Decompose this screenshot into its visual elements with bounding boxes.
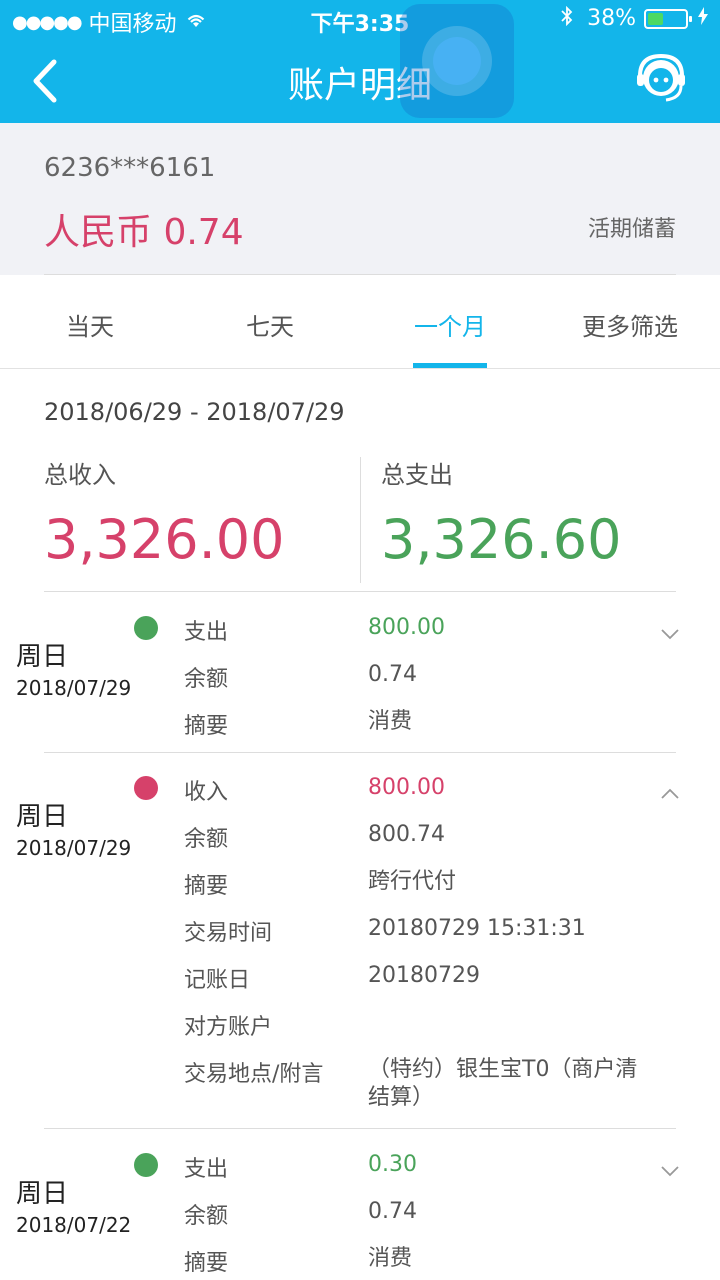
row-value: （特约）银生宝T0（商户清结算） <box>368 1057 638 1110</box>
row-value: 消费 <box>368 1246 413 1271</box>
row-value: 0.74 <box>368 1199 417 1224</box>
row-label: 记账日 <box>184 968 251 993</box>
app-header: ●●●●● 中国移动 下午3:35 38% 账户明细 <box>0 0 720 123</box>
row-label: 摘要 <box>184 1251 229 1276</box>
row-value: 800.00 <box>368 615 445 640</box>
divider <box>44 591 676 592</box>
account-summary: 6236***6161 人民币 0.74 活期储蓄 <box>0 123 720 275</box>
row-value: 0.30 <box>368 1152 417 1177</box>
row-label: 摘要 <box>184 714 229 739</box>
row-label: 交易时间 <box>184 921 273 946</box>
chevron-down-icon[interactable] <box>660 626 680 640</box>
expense-dot-icon <box>134 616 158 640</box>
row-label: 支出 <box>184 620 229 645</box>
page-title: 账户明细 <box>287 65 432 106</box>
row-value: 跨行代付 <box>368 869 457 894</box>
total-income: 总收入 3,326.00 <box>44 455 284 571</box>
period-totals: 总收入 3,326.00 总支出 3,326.60 <box>44 455 676 585</box>
transaction-weekday: 周日 <box>16 802 69 832</box>
transaction-weekday: 周日 <box>16 642 69 672</box>
divider <box>360 457 361 583</box>
account-balance: 人民币 0.74 <box>44 212 244 253</box>
tab-more-filters[interactable]: 更多筛选 <box>540 275 720 368</box>
divider <box>44 1128 676 1129</box>
customer-service-icon[interactable] <box>634 52 688 106</box>
row-value: 800.74 <box>368 822 445 847</box>
chevron-down-icon[interactable] <box>660 1163 680 1177</box>
transaction-date: 2018/07/29 <box>16 676 132 700</box>
period-tabs: 当天 七天 一个月 更多筛选 <box>0 275 720 369</box>
row-label: 余额 <box>184 667 229 692</box>
row-value: 20180729 15:31:31 <box>368 916 586 941</box>
tab-seven-days[interactable]: 七天 <box>180 275 360 368</box>
divider <box>44 752 676 753</box>
battery-icon <box>644 8 692 29</box>
row-value: 消费 <box>368 709 413 734</box>
row-label: 余额 <box>184 1204 229 1229</box>
tab-today[interactable]: 当天 <box>0 275 180 368</box>
transaction-weekday: 周日 <box>16 1179 69 1209</box>
row-label: 对方账户 <box>184 1015 273 1040</box>
status-bar: ●●●●● 中国移动 下午3:35 38% <box>0 0 720 40</box>
account-type: 活期储蓄 <box>587 217 676 242</box>
bluetooth-icon <box>561 5 573 31</box>
nav-bar: 账户明细 <box>0 40 720 123</box>
row-value: 0.74 <box>368 662 417 687</box>
transaction-date: 2018/07/29 <box>16 836 132 860</box>
date-range: 2018/06/29 - 2018/07/29 <box>44 398 345 426</box>
row-label: 支出 <box>184 1157 229 1182</box>
total-expense: 总支出 3,326.60 <box>381 455 621 571</box>
account-number: 6236***6161 <box>44 153 216 183</box>
status-right: 38% <box>561 5 708 31</box>
row-value: 800.00 <box>368 775 445 800</box>
transaction-date: 2018/07/22 <box>16 1213 132 1237</box>
row-label: 摘要 <box>184 874 229 899</box>
floating-assist-button[interactable] <box>400 4 514 118</box>
income-dot-icon <box>134 776 158 800</box>
chevron-up-icon[interactable] <box>660 786 680 800</box>
battery-percent: 38% <box>587 6 636 31</box>
expense-dot-icon <box>134 1153 158 1177</box>
row-label: 交易地点/附言 <box>184 1062 324 1087</box>
charging-icon <box>698 7 708 30</box>
row-value: 20180729 <box>368 963 480 988</box>
total-expense-value: 3,326.60 <box>381 508 622 571</box>
row-label: 余额 <box>184 827 229 852</box>
row-label: 收入 <box>184 780 229 805</box>
total-income-value: 3,326.00 <box>44 508 285 571</box>
total-expense-label: 总支出 <box>381 461 453 489</box>
total-income-label: 总收入 <box>44 461 116 489</box>
tab-one-month[interactable]: 一个月 <box>360 275 540 368</box>
